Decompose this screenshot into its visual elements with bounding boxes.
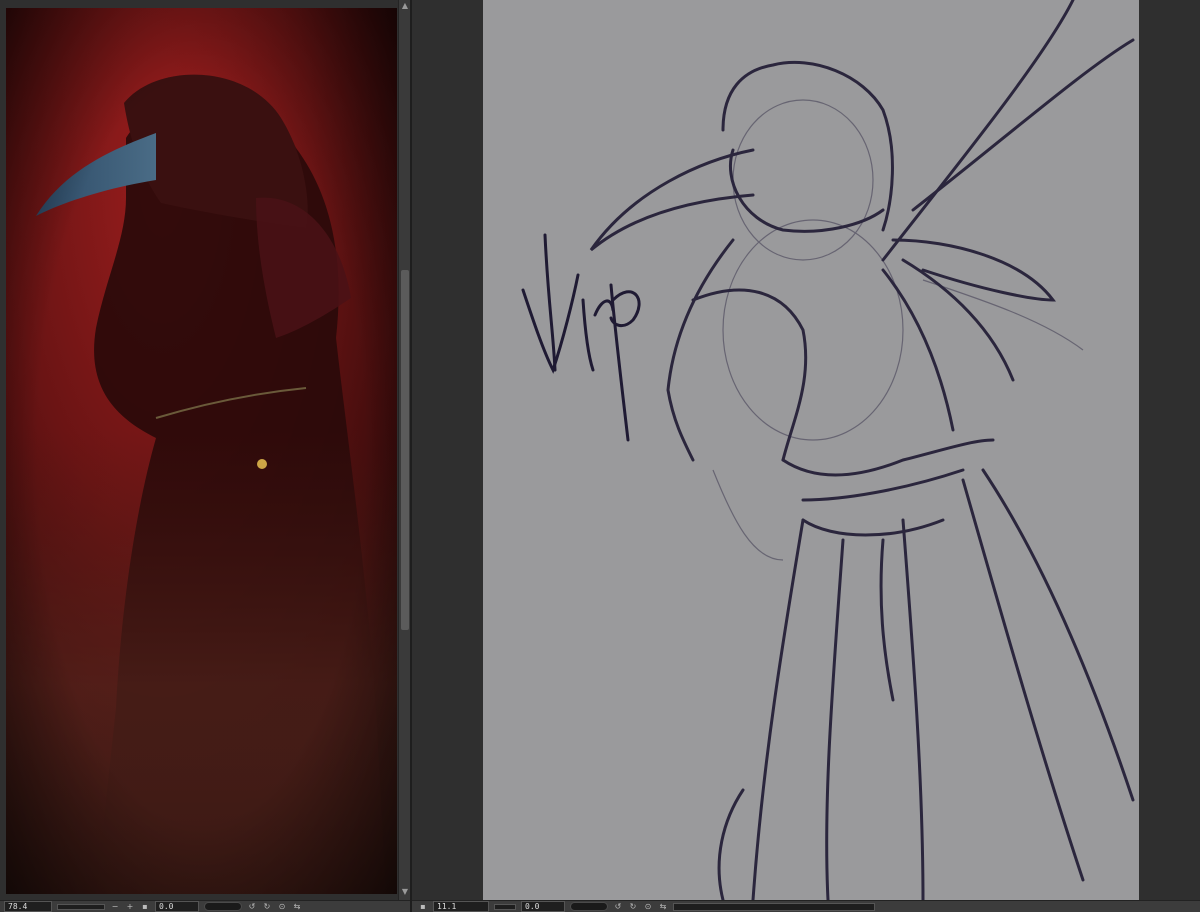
horizontal-scrollbar[interactable] <box>673 902 875 911</box>
sketch-canvas[interactable] <box>483 0 1139 900</box>
right-status-bar: ▪ 11.1 0.0 ↺ ↻ ⊙ ⇆ <box>412 900 1200 912</box>
reset-rotation-icon[interactable]: ⊙ <box>277 902 287 912</box>
reset-rotation-icon[interactable]: ⊙ <box>643 902 653 912</box>
zoom-input[interactable]: 78.4 <box>4 901 52 912</box>
rotation-angle-input[interactable]: 0.0 <box>155 901 199 912</box>
zoom-out-icon[interactable]: − <box>110 902 120 912</box>
rotation-slider[interactable] <box>570 902 608 911</box>
zoom-input[interactable]: 11.1 <box>433 901 489 912</box>
fit-icon[interactable]: ▪ <box>418 902 428 912</box>
rotation-slider[interactable] <box>204 902 242 911</box>
zoom-slider[interactable] <box>57 903 105 910</box>
fit-icon[interactable]: ▪ <box>140 902 150 912</box>
sketch-background <box>483 0 1139 900</box>
rotate-right-icon[interactable]: ↻ <box>628 902 638 912</box>
rotate-right-icon[interactable]: ↻ <box>262 902 272 912</box>
scroll-thumb[interactable] <box>401 270 409 630</box>
rotation-angle-input[interactable]: 0.0 <box>521 901 565 912</box>
flip-horizontal-icon[interactable]: ⇆ <box>292 902 302 912</box>
painting-canvas[interactable] <box>6 8 397 894</box>
left-canvas-pane: ▲ ▼ 78.4 − + ▪ 0.0 ↺ ↻ ⊙ ⇆ <box>0 0 412 912</box>
zoom-in-icon[interactable]: + <box>125 902 135 912</box>
left-status-bar: 78.4 − + ▪ 0.0 ↺ ↻ ⊙ ⇆ <box>0 900 412 912</box>
rotate-left-icon[interactable]: ↺ <box>613 902 623 912</box>
rotate-left-icon[interactable]: ↺ <box>247 902 257 912</box>
flip-horizontal-icon[interactable]: ⇆ <box>658 902 668 912</box>
right-canvas-pane: ▪ 11.1 0.0 ↺ ↻ ⊙ ⇆ <box>412 0 1200 912</box>
zoom-slider[interactable] <box>494 903 516 910</box>
